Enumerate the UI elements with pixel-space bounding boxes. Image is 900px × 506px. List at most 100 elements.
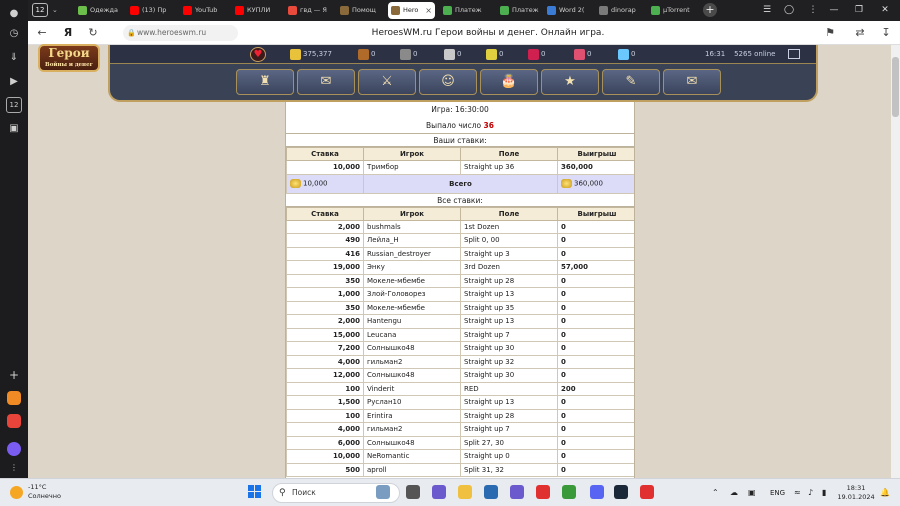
discord-app-icon[interactable] (590, 485, 604, 499)
resource-value: 0 (371, 50, 376, 58)
scrollbar-thumb[interactable] (892, 57, 899, 117)
player-cell[interactable]: aproll (363, 462, 461, 477)
file-explorer-app-icon[interactable] (406, 485, 420, 499)
tab-11[interactable]: µTorrent (648, 2, 698, 19)
music-app-icon[interactable] (7, 414, 21, 428)
profile-circle-icon[interactable]: ◯ (780, 2, 798, 18)
yandex-logo-icon[interactable]: Я (60, 25, 76, 41)
yandex-app-icon[interactable] (536, 485, 550, 499)
map-icon[interactable]: ✉ (297, 69, 355, 95)
chevron-down-icon[interactable]: ⌄ (52, 3, 62, 17)
player-cell[interactable]: Энку (363, 260, 461, 275)
translate-icon[interactable]: ⇄ (852, 25, 868, 41)
close-window-button[interactable]: ✕ (876, 2, 894, 18)
battery-icon[interactable]: ▮ (822, 483, 826, 503)
downloads-icon[interactable]: ⇓ (6, 50, 22, 66)
yandex-browser-app-icon[interactable] (640, 485, 654, 499)
tabs-12-icon[interactable]: 12 (6, 97, 22, 113)
alice-app-icon[interactable] (7, 442, 21, 456)
player-cell[interactable]: Злой-Головорез (363, 287, 461, 302)
player-cell[interactable]: Erintira (363, 408, 461, 423)
new-tab-button[interactable]: + (703, 3, 717, 17)
player-cell[interactable]: Hantengu (363, 314, 461, 329)
tab-6[interactable]: Hero × (388, 2, 435, 19)
history-icon[interactable]: ◷ (6, 26, 22, 42)
close-tab-icon[interactable]: × (425, 2, 432, 19)
tab-7[interactable]: Платеж (440, 2, 492, 19)
reload-icon[interactable]: ↻ (85, 25, 101, 41)
player-cell[interactable]: Мокеле-мбембе (363, 273, 461, 288)
mail-app-icon[interactable] (7, 391, 21, 405)
table-row: 4,000 гильман2 Straight up 70 (286, 422, 634, 437)
back-arrow-icon[interactable]: ← (34, 25, 50, 41)
scroll-icon[interactable]: ✎ (602, 69, 660, 95)
cloud-icon[interactable]: ☁ (730, 483, 738, 503)
url-field[interactable]: 🔒 www.heroeswm.ru (123, 25, 238, 41)
tavern-icon[interactable]: 🎂 (480, 69, 538, 95)
volume-icon[interactable]: ♪ (808, 483, 813, 503)
weather-widget[interactable]: -11°C Солнечно (10, 483, 61, 503)
bookmark-icon[interactable]: ⚑ (822, 25, 838, 41)
mail-icon[interactable] (788, 49, 800, 59)
tab-1[interactable]: (13) Пр (127, 2, 175, 19)
rail-more-icon[interactable]: ⋮ (6, 460, 22, 476)
player-cell[interactable]: NeRomantic (363, 449, 461, 464)
player-cell[interactable]: Russian_destroyer (363, 246, 461, 261)
wifi-icon[interactable]: ≈ (794, 483, 801, 503)
steam-app-icon[interactable] (614, 485, 628, 499)
more-menu-icon[interactable]: ⋮ (804, 2, 822, 18)
health-heart-icon[interactable]: ♥ (250, 47, 266, 62)
video-chat-app-icon[interactable] (432, 485, 446, 499)
taskbar-clock[interactable]: 18:31 19.01.2024 (836, 484, 876, 502)
landscape-app-icon[interactable] (376, 485, 390, 499)
page-scrollbar[interactable] (891, 45, 900, 478)
player-cell[interactable]: bushmals (363, 219, 461, 234)
screenshot-icon[interactable]: ▣ (6, 121, 22, 137)
player-cell[interactable]: Лейла_Н (363, 233, 461, 248)
player-cell[interactable]: Солнышко48 (363, 341, 461, 356)
tab-0[interactable]: Одежда (75, 2, 122, 19)
download-icon[interactable]: ↧ (878, 25, 894, 41)
game-logo[interactable]: Герои Войны и денег (38, 44, 100, 72)
player-cell[interactable]: Солнышко48 (363, 435, 461, 450)
battle-icon[interactable]: ⚔ (358, 69, 416, 95)
store-app-icon[interactable] (484, 485, 498, 499)
player-cell[interactable]: Руслан10 (363, 395, 461, 410)
xbox-app-icon[interactable] (562, 485, 576, 499)
bet-cell: 500 (286, 462, 364, 477)
notification-bell-icon[interactable]: 🔔 (880, 488, 890, 497)
player-cell[interactable]: Vinderit (363, 381, 461, 396)
tab-9[interactable]: Word 2( (544, 2, 591, 19)
bookmarks-icon[interactable]: ☰ (758, 2, 776, 18)
player-cell[interactable]: гильман2 (363, 354, 461, 369)
character-icon[interactable]: ☺ (419, 69, 477, 95)
tab-counter-button[interactable]: 12 (32, 3, 48, 17)
language-indicator[interactable]: ENG (770, 483, 785, 503)
player-cell[interactable]: Солнышко48 (363, 368, 461, 383)
tab-4[interactable]: гвд — Я (285, 2, 332, 19)
rating-icon[interactable]: ★ (541, 69, 599, 95)
speaker-tray-icon[interactable]: ▣ (748, 483, 756, 503)
windows-start-icon[interactable] (248, 485, 262, 499)
player-cell[interactable]: гильман2 (363, 422, 461, 437)
minimize-button[interactable]: — (825, 2, 843, 18)
tab-10[interactable]: dinorap (596, 2, 643, 19)
bet-cell: 350 (286, 300, 364, 315)
profile-icon[interactable]: ● (6, 6, 22, 22)
player-cell[interactable]: Тримбор (363, 160, 461, 175)
field-cell: 1st Dozen (460, 219, 558, 234)
tab-2[interactable]: YouTub (180, 2, 227, 19)
rail-add-button[interactable]: + (6, 367, 22, 383)
tab-3[interactable]: КУПЛИ (232, 2, 280, 19)
folder-app-icon[interactable] (458, 485, 472, 499)
maximize-button[interactable]: ❐ (850, 2, 868, 18)
media-app-icon[interactable] (510, 485, 524, 499)
media-play-icon[interactable]: ▶ (6, 74, 22, 90)
castle-icon[interactable]: ♜ (236, 69, 294, 95)
chevron-up-icon[interactable]: ⌃ (712, 483, 719, 503)
chat-icon[interactable]: ✉ (663, 69, 721, 95)
player-cell[interactable]: Leucana (363, 327, 461, 342)
tab-5[interactable]: Помощ (337, 2, 383, 19)
tab-8[interactable]: Платеж (497, 2, 539, 19)
player-cell[interactable]: Мокеле-мбембе (363, 300, 461, 315)
